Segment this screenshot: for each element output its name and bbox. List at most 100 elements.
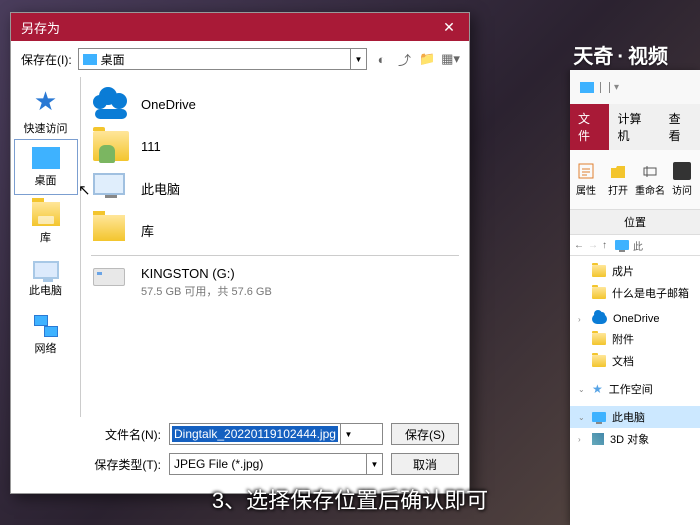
divider-icon [600, 82, 610, 93]
ribbon-open[interactable]: 打开 [602, 150, 634, 209]
user-folder-icon [93, 131, 129, 161]
up-icon[interactable]: ↑ [602, 240, 607, 251]
filename-label: 文件名(N): [91, 426, 161, 443]
close-button[interactable]: ✕ [429, 13, 469, 41]
up-one-icon[interactable]: ⤴ [396, 51, 413, 68]
network-icon [34, 315, 58, 337]
desktop-icon [83, 54, 97, 65]
sidebar-item-label: 库 [40, 229, 51, 245]
drive-capacity-label: 57.5 GB 可用，共 57.6 GB [141, 283, 272, 299]
save-in-combobox[interactable]: 桌面 ▼ [78, 48, 367, 70]
filetype-value: JPEG File (*.jpg) [170, 457, 267, 471]
explorer-ribbon: 属性 打开 重命名 访问 [570, 150, 700, 210]
chevron-right-icon: › [578, 435, 581, 444]
ribbon-rename[interactable]: 重命名 [634, 150, 666, 209]
chevron-down-icon: ⌄ [578, 385, 585, 394]
sidebar-item-quickaccess[interactable]: ★ 快速访问 [14, 83, 78, 139]
file-list[interactable]: OneDrive 111 此电脑 库 KINGSTON (G:) 57.5 GB… [81, 77, 469, 417]
list-item-label: OneDrive [141, 97, 196, 112]
explorer-tree: 成片 什么是电子邮箱 ›OneDrive 附件 文档 ⌄★工作空间 ⌄此电脑 ›… [570, 256, 700, 454]
list-item-thispc[interactable]: 此电脑 [91, 167, 459, 209]
tab-file[interactable]: 文件 [570, 104, 609, 150]
sidebar-item-label: 快速访问 [24, 120, 68, 136]
chevron-down-icon[interactable]: ▼ [340, 424, 356, 444]
dialog-bottom: 文件名(N): Dingtalk_20220119102444.jpg ▼ 保存… [11, 417, 469, 493]
sidebar-item-label: 网络 [35, 340, 57, 356]
tree-item-onedrive[interactable]: ›OneDrive [570, 310, 700, 328]
chevron-down-icon: ▾ [614, 82, 619, 93]
folder-icon [592, 287, 606, 299]
folder-icon [592, 265, 606, 277]
save-in-value: 桌面 [101, 51, 125, 68]
drive-icon [93, 268, 125, 286]
save-as-dialog: 另存为 ✕ 保存在(I): 桌面 ▼ ◐ ⤴ 📁 ▦▾ ★ 快速访问 桌面 库 [10, 12, 470, 494]
ribbon-properties[interactable]: 属性 [570, 150, 602, 209]
desktop-icon [32, 147, 60, 169]
explorer-quickaccess-bar: ▾ [570, 70, 700, 104]
filename-value: Dingtalk_20220119102444.jpg [172, 426, 338, 442]
watermark-logo: 天奇·视频 [571, 40, 670, 69]
chevron-down-icon: ⌄ [578, 413, 585, 422]
new-folder-icon[interactable]: 📁 [419, 51, 436, 68]
sidebar-item-label: 桌面 [35, 172, 57, 188]
sidebar-item-desktop[interactable]: 桌面 [14, 139, 78, 195]
monitor-icon [615, 240, 629, 250]
view-menu-icon[interactable]: ▦▾ [442, 51, 459, 68]
list-item-drive[interactable]: KINGSTON (G:) 57.5 GB 可用，共 57.6 GB [91, 260, 459, 305]
ribbon-visit[interactable]: 访问 [666, 150, 698, 209]
libraries-icon [93, 215, 125, 241]
back-icon[interactable]: ← [574, 240, 584, 251]
monitor-icon [580, 82, 594, 93]
explorer-address-bar[interactable]: ← → ↑ 此 [570, 234, 700, 256]
chevron-right-icon: › [578, 315, 581, 324]
onedrive-icon [93, 89, 129, 119]
dialog-titlebar: 另存为 ✕ [11, 13, 469, 41]
video-subtitle: 3、选择保存位置后确认即可 [212, 483, 488, 515]
divider [91, 255, 459, 256]
filetype-label: 保存类型(T): [91, 456, 161, 473]
monitor-icon [93, 173, 125, 195]
list-item-label: 111 [141, 139, 161, 154]
list-item-userfolder[interactable]: 111 [91, 125, 459, 167]
save-button[interactable]: 保存(S) [391, 423, 459, 445]
tree-item[interactable]: 什么是电子邮箱 [570, 282, 700, 304]
tree-item-thispc[interactable]: ⌄此电脑 [570, 406, 700, 428]
address-text: 此 [633, 238, 643, 253]
tab-view[interactable]: 查看 [661, 104, 700, 150]
explorer-tabs: 文件 计算机 查看 [570, 104, 700, 150]
tab-computer[interactable]: 计算机 [609, 104, 660, 150]
libraries-icon [32, 202, 60, 226]
chevron-down-icon[interactable]: ▼ [366, 454, 382, 474]
tree-item-workspace[interactable]: ⌄★工作空间 [570, 378, 700, 400]
cloud-icon [592, 314, 607, 324]
background-explorer-window: ▾ 文件 计算机 查看 属性 打开 重命名 访问 位置 ← → ↑ 此 成片 什… [570, 70, 700, 525]
folder-icon [592, 333, 606, 345]
monitor-icon [592, 412, 606, 422]
list-item-onedrive[interactable]: OneDrive [91, 83, 459, 125]
tree-item[interactable]: ›3D 对象 [570, 428, 700, 450]
folder-icon [592, 355, 606, 367]
list-item-label: 此电脑 [141, 179, 180, 198]
list-item-label: 库 [141, 221, 154, 240]
save-in-label: 保存在(I): [21, 51, 72, 68]
filetype-combobox[interactable]: JPEG File (*.jpg) ▼ [169, 453, 383, 475]
ribbon-group-label: 位置 [570, 210, 700, 234]
sidebar-item-thispc[interactable]: 此电脑 [14, 251, 78, 307]
list-item-label: KINGSTON (G:) [141, 266, 272, 281]
sidebar-item-libraries[interactable]: 库 [14, 195, 78, 251]
sidebar-item-label: 此电脑 [29, 282, 62, 298]
filename-input[interactable]: Dingtalk_20220119102444.jpg ▼ [169, 423, 383, 445]
back-icon[interactable]: ◐ [373, 51, 390, 68]
cancel-button[interactable]: 取消 [391, 453, 459, 475]
star-icon: ★ [34, 86, 57, 117]
tree-item[interactable]: 文档 [570, 350, 700, 372]
monitor-icon [33, 261, 59, 279]
list-item-libraries[interactable]: 库 [91, 209, 459, 251]
chevron-down-icon[interactable]: ▼ [350, 49, 366, 69]
star-icon: ★ [592, 382, 603, 396]
dialog-title: 另存为 [21, 18, 60, 37]
forward-icon[interactable]: → [588, 240, 598, 251]
sidebar-item-network[interactable]: 网络 [14, 307, 78, 363]
tree-item[interactable]: 成片 [570, 260, 700, 282]
tree-item[interactable]: 附件 [570, 328, 700, 350]
